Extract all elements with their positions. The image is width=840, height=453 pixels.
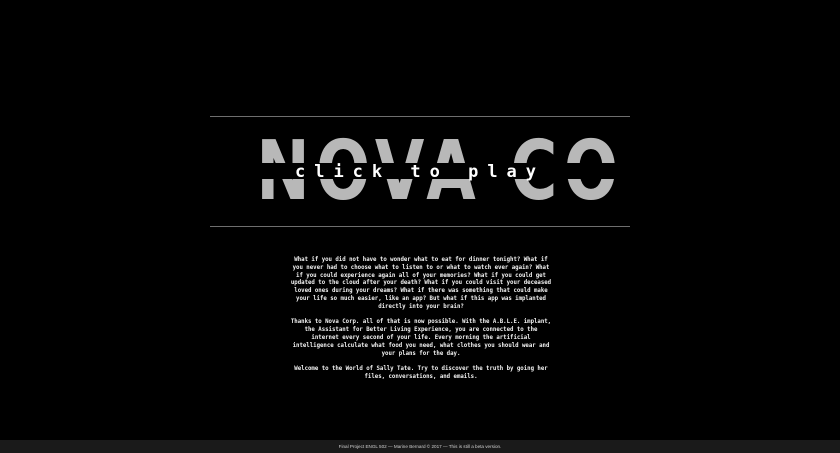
intro-text: What if you did not have to wonder what … xyxy=(290,257,552,390)
hero-top-divider xyxy=(210,116,630,117)
logo-lower-half: NOVA CORP xyxy=(210,179,630,214)
logo-text-lower: NOVA CORP xyxy=(256,179,630,214)
hero-banner: NOVA CORP NOVA CORP click to play xyxy=(210,116,630,228)
footer-bar: Final Project ENGL 502 — Marine Bernard … xyxy=(0,440,840,453)
logo-text-upper: NOVA CORP xyxy=(256,130,630,163)
intro-paragraph: Welcome to the World of Sally Tate. Try … xyxy=(294,366,548,380)
logo-upper-half: NOVA CORP xyxy=(210,130,630,163)
intro-paragraph: What if you did not have to wonder what … xyxy=(290,257,552,310)
intro-paragraph: Thanks to Nova Corp. all of that is now … xyxy=(290,319,552,357)
click-to-play-button[interactable]: click to play xyxy=(210,162,630,182)
footer-credits: Final Project ENGL 502 — Marine Bernard … xyxy=(338,444,502,449)
hero-bottom-divider xyxy=(210,226,630,227)
